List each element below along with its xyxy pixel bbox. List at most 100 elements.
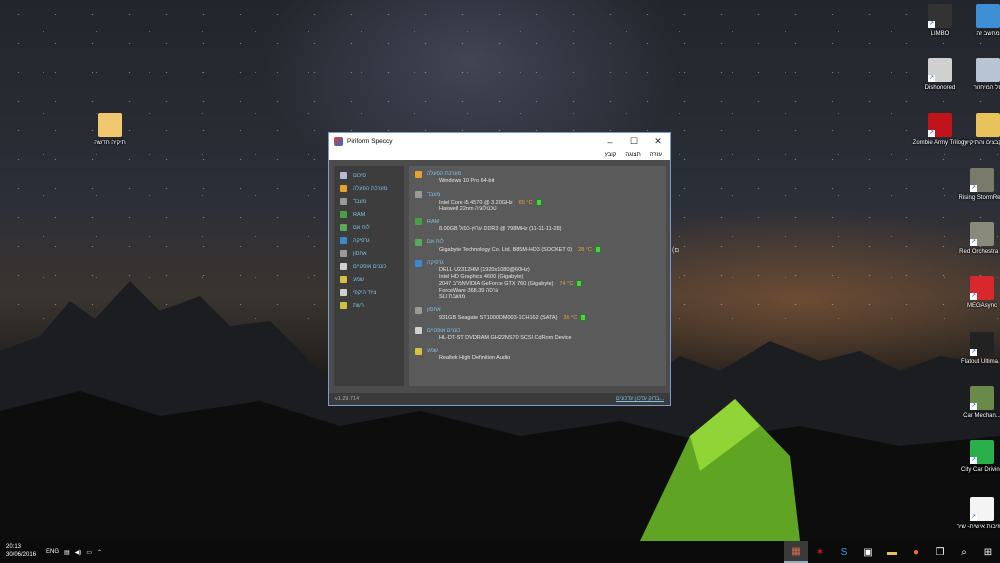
- start-icon[interactable]: ⊞: [976, 541, 1000, 563]
- menu-file[interactable]: קובץ: [605, 152, 617, 158]
- section-value: Realtek High Definition Audio: [415, 355, 510, 362]
- check-updates-link[interactable]: בדוק עדכון עדכונים...: [616, 396, 664, 402]
- section-audio: שמע Realtek High Definition Audio: [415, 347, 510, 362]
- desktop-icon-label: Red Orchestra ...: [959, 249, 1000, 255]
- section-header[interactable]: מערכת הפעלה: [415, 170, 494, 178]
- section-header[interactable]: לוח אם: [415, 238, 601, 246]
- graphics-icon: [340, 237, 347, 244]
- section-header-label: לוח אם: [427, 239, 444, 246]
- section-header[interactable]: שמע: [415, 347, 510, 355]
- sidebar-item-label: לוח אם: [353, 224, 370, 231]
- language-indicator[interactable]: ENG: [46, 549, 59, 555]
- section-header-label: כוננים אופטיים: [427, 327, 461, 334]
- show-hidden-icons-icon[interactable]: ⌃: [97, 549, 102, 556]
- temperature-gauge-icon: [594, 246, 601, 254]
- desktop-icon-new-folder[interactable]: תיקיה חדשה: [80, 113, 140, 147]
- desktop-icon-flatout[interactable]: ↗ Flatout Ultima...: [952, 332, 1000, 366]
- sidebar-item-motherboard[interactable]: לוח אם: [334, 221, 404, 234]
- desktop-icon-document[interactable]: ↗ מחזיבות אישית- שיר: [952, 497, 1000, 531]
- section-storage: אחסון 931GB Seagate ST1000DM003-1CH162 (S…: [415, 306, 587, 322]
- desktop-icon-dishonored[interactable]: ↗ Dishonored: [910, 58, 970, 92]
- menu-view[interactable]: תצוגה: [625, 152, 640, 158]
- zombie-army-icon: ↗: [928, 113, 952, 137]
- sidebar-item-network[interactable]: רשת: [334, 299, 404, 312]
- store-icon[interactable]: ▣: [856, 541, 880, 563]
- section-windows: מערכת הפעלה Windows 10 Pro 64-bit: [415, 170, 494, 185]
- sidebar-item-audio[interactable]: שמע: [334, 273, 404, 286]
- desktop-icon-zombie-army[interactable]: ↗ Zombie Army Trilogy: [910, 113, 970, 147]
- desktop-icon-limbo[interactable]: ↗ LIMBO: [910, 4, 970, 38]
- section-header[interactable]: RAM: [415, 218, 562, 226]
- network-icon[interactable]: ▭: [86, 549, 92, 556]
- skype-icon[interactable]: S: [832, 541, 856, 563]
- storage-icon: [415, 306, 422, 314]
- desktop-icon-car-mechanic[interactable]: ↗ Car Mechan...: [952, 386, 1000, 420]
- shortcut-arrow-icon: ↗: [970, 293, 977, 300]
- maximize-button[interactable]: ☐: [622, 133, 646, 150]
- temperature-gauge-icon: [535, 198, 542, 206]
- temperature-value: 36 °C: [563, 314, 578, 321]
- minimize-button[interactable]: –: [598, 133, 622, 150]
- section-header-label: אחסון: [427, 307, 441, 313]
- details-panel: מערכת הפעלה Windows 10 Pro 64-bit מעבד Inte…: [409, 166, 666, 386]
- close-button[interactable]: ✕: [646, 133, 670, 150]
- sidebar-item-label: כוננים אופטיים: [353, 263, 387, 270]
- speccy-icon[interactable]: ▦: [784, 541, 808, 563]
- desktop-icon-red-orchestra[interactable]: ↗ Red Orchestra ...: [952, 222, 1000, 256]
- status-bar: v1.29.714 בדוק עדכון עדכונים...: [329, 393, 670, 405]
- flatout-icon: ↗: [970, 332, 994, 356]
- desktop-icon-megasync[interactable]: ↗ MEGAsync: [952, 276, 1000, 310]
- audio-icon: [340, 276, 347, 283]
- section-header[interactable]: אחסון: [415, 306, 586, 314]
- shortcut-arrow-icon: ↗: [970, 514, 977, 521]
- shortcut-arrow-icon: ↗: [970, 185, 977, 192]
- value-text: ForceWare 368.39 גרסה: [439, 287, 499, 294]
- task-view-icon[interactable]: ❐: [928, 541, 952, 563]
- sidebar-item-peripherals[interactable]: ציוד היקפי: [334, 286, 404, 299]
- rising-storm-icon: ↗: [970, 168, 994, 192]
- window-title: Piriform Speccy: [347, 138, 393, 145]
- temperature-gauge-icon: [580, 314, 587, 321]
- notifications-icon[interactable]: ▤: [64, 549, 70, 556]
- value-text: SLI מושבת: [439, 294, 466, 301]
- section-header[interactable]: מעבד: [415, 191, 542, 199]
- file-explorer-icon[interactable]: ▬: [880, 541, 904, 563]
- shortcut-arrow-icon: ↗: [928, 21, 935, 28]
- sidebar-item-graphics[interactable]: גרפיקה: [334, 234, 404, 247]
- menu-help[interactable]: עזרה: [650, 152, 662, 158]
- section-optical-drive: כוננים אופטיים HL-DT-ST DVDRAM GH22NS70 S…: [415, 327, 572, 342]
- clock[interactable]: 20:13 30/06/2016: [6, 543, 36, 559]
- desktop-icon-city-car-driving[interactable]: ↗ City Car Driving: [952, 440, 1000, 474]
- sidebar-item-cpu[interactable]: מעבד: [334, 195, 404, 208]
- firefox-icon[interactable]: ●: [904, 541, 928, 563]
- speccy-window[interactable]: Piriform Speccy – ☐ ✕ קובץ תצוגה עזרה סי…: [328, 132, 671, 406]
- storage-icon: [340, 250, 347, 257]
- sidebar-item-windows[interactable]: מערכת הפעלה: [334, 182, 404, 195]
- section-value: Haswell 22nm טכנולוגיה: [415, 206, 542, 213]
- section-value: ForceWare 368.39 גרסה: [415, 288, 582, 295]
- section-value: 2047 מ"בNVIDIA GeForce GTX 760 (Gigabyte…: [415, 280, 583, 288]
- value-text: Gigabyte Technology Co. Ltd. B85M-HD3 (S…: [439, 247, 573, 254]
- clock-time: 20:13: [6, 544, 22, 550]
- section-header[interactable]: גרפיקה: [415, 259, 582, 267]
- sidebar-item-storage[interactable]: אחסון: [334, 247, 404, 260]
- sidebar: סיכום מערכת הפעלה מעבד RAM לוח אם גרפיקה אחסון…: [334, 166, 404, 386]
- desktop-icon-rising-storm[interactable]: ↗ Rising StormRe...: [952, 168, 1000, 202]
- sidebar-item-label: מערכת הפעלה: [353, 185, 388, 192]
- menu-bar: קובץ תצוגה עזרה: [329, 150, 670, 160]
- title-bar[interactable]: Piriform Speccy – ☐ ✕: [329, 133, 670, 150]
- zombie-army-icon[interactable]: ✶: [808, 541, 832, 563]
- sidebar-item-label: מעבד: [353, 198, 367, 205]
- value-text: DELL U2312HM (1920x1080@60Hz): [439, 267, 530, 273]
- desktop-icon-label: מחזיבות אישית- שיר: [956, 524, 1000, 530]
- sidebar-item-ram[interactable]: RAM: [334, 208, 404, 221]
- desktop-icon-label: Zombie Army Trilogy: [912, 140, 968, 146]
- section-header[interactable]: כוננים אופטיים: [415, 327, 572, 335]
- sidebar-item-summary[interactable]: סיכום: [334, 169, 404, 182]
- sidebar-item-optical-drive[interactable]: כוננים אופטיים: [334, 260, 404, 273]
- volume-icon[interactable]: ◀): [75, 549, 82, 556]
- search-icon[interactable]: ⌕: [952, 541, 976, 563]
- desktop-icon-label: MEGAsync: [966, 303, 997, 309]
- sidebar-item-label: שמע: [353, 276, 364, 283]
- main-content: סיכום מערכת הפעלה מעבד RAM לוח אם גרפיקה אחסון…: [329, 160, 670, 405]
